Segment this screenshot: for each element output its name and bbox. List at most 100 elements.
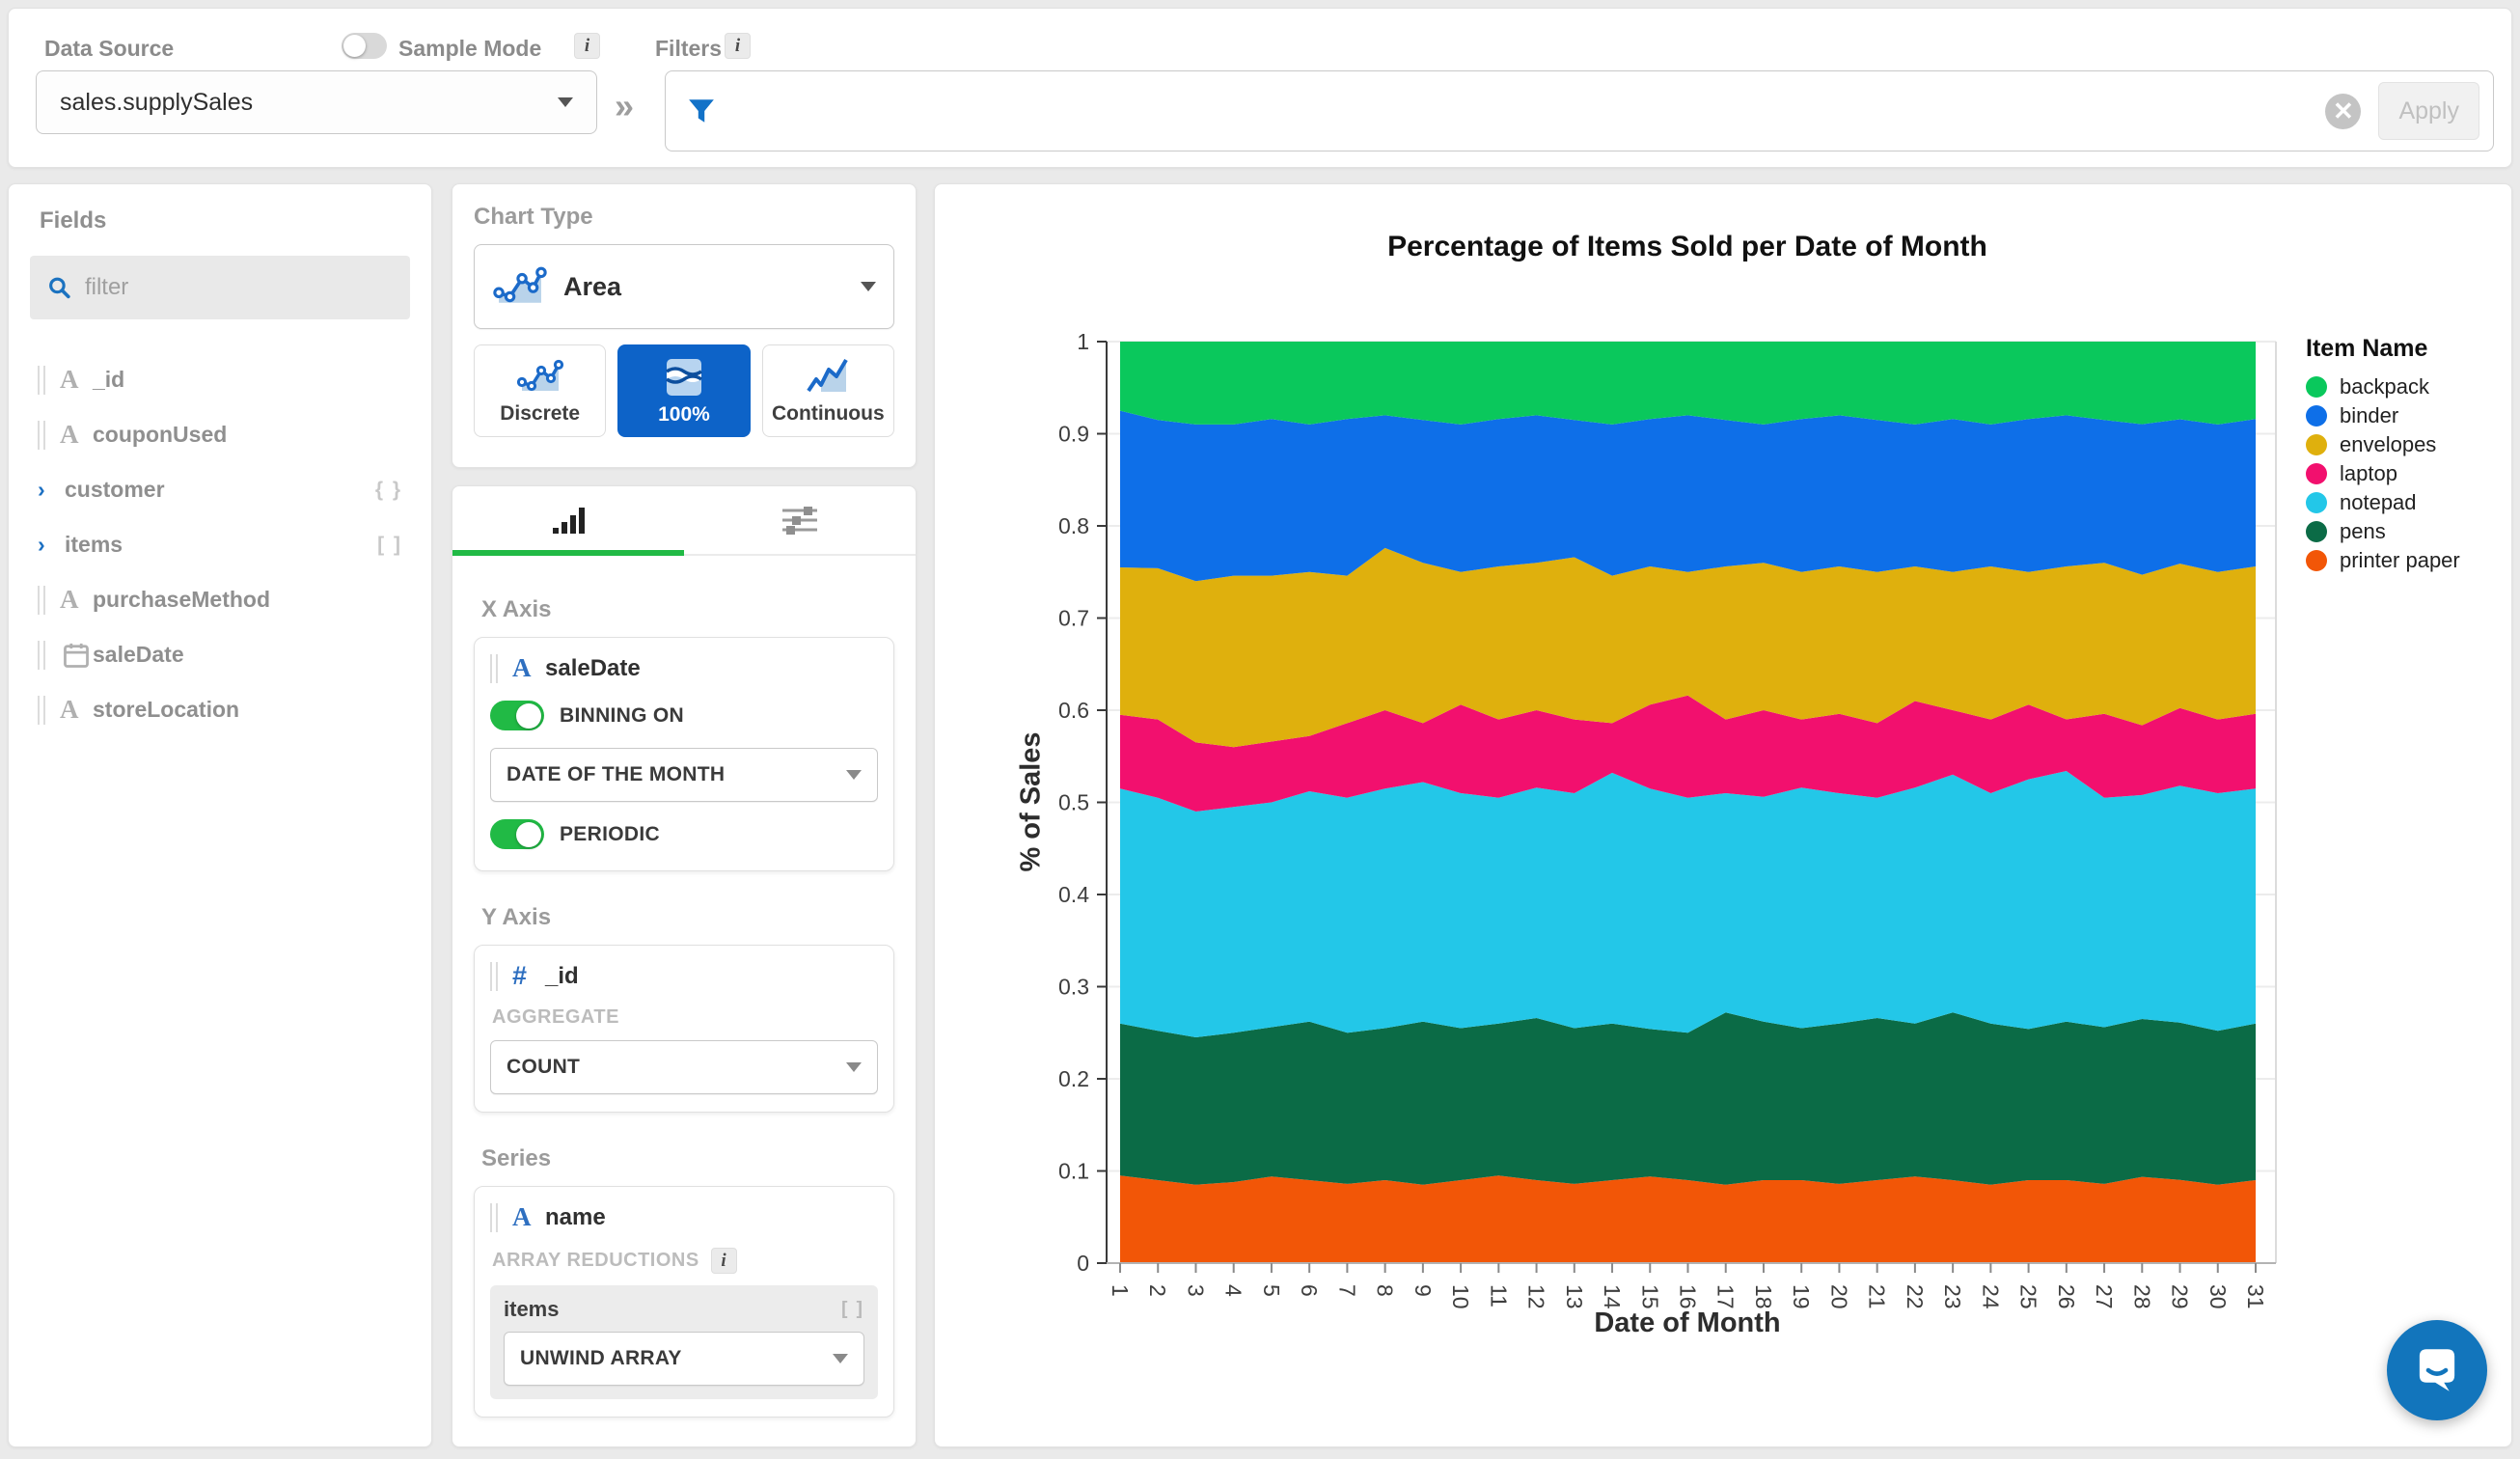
charts-builder-app: Data Source Sample Mode i Filters i sale… [0,0,2520,1459]
legend-swatch [2306,463,2327,484]
svg-text:0.2: 0.2 [1058,1066,1089,1091]
field-row-_id[interactable]: A_id [9,352,431,407]
legend-label: pens [2340,519,2386,544]
field-row-couponUsed[interactable]: AcouponUsed [9,407,431,462]
chevron-right-icon[interactable]: › [38,477,65,503]
string-type-icon: A [512,1202,545,1232]
legend-item-laptop: laptop [2306,459,2460,488]
svg-text:18: 18 [1751,1284,1776,1309]
filters-info-icon[interactable]: i [725,33,751,59]
chevron-right-icon[interactable]: › [38,532,65,558]
field-name: purchaseMethod [93,587,270,613]
chevron-down-icon [846,770,862,780]
drag-handle[interactable] [38,366,48,395]
y-axis-card[interactable]: # _id AGGREGATE COUNT [474,945,894,1113]
drag-handle[interactable] [490,654,501,683]
bin-by-select[interactable]: DATE OF THE MONTH [490,748,878,802]
array-type-icon: [ ] [377,534,402,557]
drag-handle[interactable] [38,421,48,450]
apply-button[interactable]: Apply [2378,82,2479,140]
array-type-icon: [ ] [841,1299,864,1320]
svg-text:31: 31 [2243,1284,2268,1309]
mode-100-percent-button[interactable]: 100% [617,344,750,437]
svg-text:28: 28 [2129,1284,2154,1309]
array-reduction-box: items [ ] UNWIND ARRAY [490,1285,878,1399]
legend-swatch [2306,405,2327,427]
legend-label: backpack [2340,374,2429,399]
field-name: items [65,532,123,558]
encoding-panel: X Axis A saleDate BINNING ON DATE OF THE… [452,485,917,1447]
binning-toggle[interactable] [490,701,544,730]
field-filter-input[interactable] [85,274,393,301]
area-series-binder [1120,411,2256,582]
mode-continuous-button[interactable]: Continuous [762,344,894,437]
aggregate-select[interactable]: COUNT [490,1040,878,1094]
array-reductions-label: ARRAY REDUCTIONS [492,1250,699,1272]
svg-text:16: 16 [1676,1284,1701,1309]
legend-label: printer paper [2340,548,2460,573]
svg-text:11: 11 [1486,1284,1511,1308]
series-card[interactable]: A name ARRAY REDUCTIONS i items [ ] UNWI… [474,1186,894,1418]
svg-text:12: 12 [1524,1284,1549,1309]
filters-input[interactable]: ✕ Apply [665,70,2494,151]
field-row-saleDate[interactable]: saleDate [9,627,431,682]
legend-item-backpack: backpack [2306,372,2460,401]
field-search-box[interactable] [30,256,410,319]
string-type-icon: A [60,585,93,615]
encoding-tabs [452,486,916,556]
field-row-storeLocation[interactable]: AstoreLocation [9,682,431,737]
string-type-icon: A [60,420,93,450]
y-axis-field: _id [545,963,579,990]
unwind-array-select[interactable]: UNWIND ARRAY [504,1332,864,1386]
legend-label: envelopes [2340,432,2436,457]
intercom-chat-button[interactable] [2387,1320,2487,1420]
data-source-value: sales.supplySales [60,89,253,117]
field-row-customer[interactable]: ›customer{ } [9,462,431,517]
legend-swatch [2306,492,2327,513]
array-reductions-info-icon[interactable]: i [711,1248,737,1274]
svg-text:23: 23 [1940,1284,1965,1309]
mode-discrete-button[interactable]: Discrete [474,344,606,437]
drag-handle[interactable] [490,1203,501,1232]
svg-text:7: 7 [1334,1284,1359,1297]
discrete-area-icon [514,356,566,399]
chat-bubble-icon [2409,1342,2465,1398]
svg-text:0.7: 0.7 [1058,606,1089,631]
legend-swatch [2306,376,2327,398]
drag-handle[interactable] [38,641,48,670]
toggle-knob [516,703,541,729]
drag-handle[interactable] [490,962,501,991]
tab-customize[interactable] [684,486,916,554]
svg-text:1: 1 [1077,329,1089,354]
legend-swatch [2306,434,2327,455]
collapse-chevrons[interactable]: » [615,86,634,126]
svg-text:6: 6 [1297,1284,1322,1297]
periodic-label: PERIODIC [560,823,660,846]
drag-handle[interactable] [38,586,48,615]
filter-funnel-icon [687,96,716,125]
y-axis-section-label: Y Axis [481,904,887,931]
legend-label: notepad [2340,490,2417,515]
clear-filter-icon[interactable]: ✕ [2325,94,2361,129]
drag-handle[interactable] [38,696,48,725]
sample-mode-info-icon[interactable]: i [574,33,600,59]
svg-text:8: 8 [1373,1284,1398,1297]
bar-chart-icon [549,503,588,537]
svg-text:2: 2 [1145,1284,1170,1297]
data-source-select[interactable]: sales.supplySales [36,70,597,134]
svg-text:0.3: 0.3 [1058,975,1089,1000]
legend-item-printer paper: printer paper [2306,546,2460,575]
series-field: name [545,1204,606,1231]
svg-text:25: 25 [2016,1284,2041,1309]
svg-text:26: 26 [2054,1284,2079,1309]
periodic-toggle[interactable] [490,819,544,849]
continuous-line-icon [802,356,854,399]
area-chart-icon [492,264,548,309]
field-row-items[interactable]: ›items [ ] [9,517,431,572]
tab-encode[interactable] [452,486,684,554]
field-name: _id [93,367,124,393]
x-axis-card[interactable]: A saleDate BINNING ON DATE OF THE MONTH … [474,637,894,871]
chart-type-select[interactable]: Area [474,244,894,329]
field-row-purchaseMethod[interactable]: ApurchaseMethod [9,572,431,627]
sample-mode-toggle[interactable] [342,33,387,59]
